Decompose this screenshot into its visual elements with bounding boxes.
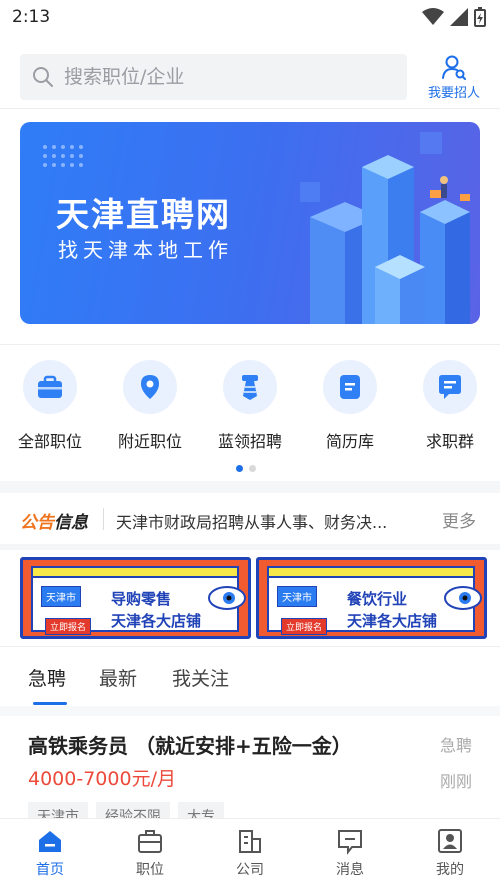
eye-icon [208,586,246,610]
notice-text[interactable]: 天津市财政局招聘从事人事、财务决... [116,509,426,533]
search-icon [33,67,53,87]
promo-line1: 餐饮行业 [347,590,408,608]
urgent-badge: 急聘 [440,736,473,755]
bottom-nav: 首页 职位 公司 消息 我的 [0,818,500,888]
profile-icon [438,829,462,853]
chat-group-icon [423,360,477,414]
section-gap [0,706,500,716]
notice-separator [103,508,104,530]
quick-item-all-jobs[interactable]: 全部职位 [0,360,100,456]
pager-dot [249,465,256,472]
job-tabs: 急聘 最新 我关注 [0,652,500,706]
nav-item-company[interactable]: 公司 [200,827,300,879]
nav-item-jobs[interactable]: 职位 [100,827,200,879]
location-pin-icon [123,360,177,414]
divider [0,108,500,109]
section-gap [0,544,500,550]
promo-line1: 导购零售 [111,590,172,608]
eye-icon [444,586,482,610]
promo-line2: 天津各大店铺 [347,612,438,630]
job-title: 高铁乘务员 （就近安排+五险一金） [28,734,352,758]
promo-apply-button[interactable]: 立即报名 [45,618,92,635]
nav-label: 职位 [136,862,164,878]
promo-window-bar [269,568,473,578]
promo-city-tag: 天津市 [277,586,317,607]
tie-icon [223,360,277,414]
tab-active-indicator [33,702,67,705]
section-gap [0,481,500,493]
battery-icon [474,7,486,27]
recruit-person-icon [442,55,466,80]
dots-decoration [43,145,83,167]
quick-item-nearby-jobs[interactable]: 附近职位 [100,360,200,456]
nav-label: 公司 [236,862,264,878]
message-icon [338,830,362,855]
wifi-icon [422,8,444,25]
tab-latest[interactable]: 最新 [99,664,137,691]
job-card[interactable]: 高铁乘务员 （就近安排+五险一金） 4000-7000元/月 急聘 刚刚 天津市… [0,718,500,830]
building-icon [239,830,261,853]
divider [0,646,500,647]
quick-label: 求职群 [425,432,474,451]
recruit-button[interactable]: 我要招人 [422,54,486,104]
search-input[interactable] [64,66,384,88]
notice-brand-logo: 公告信息 [20,513,88,533]
status-time: 2:13 [12,7,51,27]
cell-signal-icon [450,8,468,26]
quick-label: 全部职位 [17,432,82,451]
nav-item-home[interactable]: 首页 [0,827,100,879]
divider [0,344,500,345]
search-header: 我要招人 [0,46,500,108]
quick-menu: 全部职位 附近职位 蓝领招聘 简历库 求职群 [0,360,500,456]
recruit-label: 我要招人 [427,86,480,101]
quick-label: 蓝领招聘 [217,432,282,451]
banner-subtitle: 找天津本地工作 [58,238,233,262]
quick-label: 简历库 [325,432,374,451]
quick-item-blue-collar[interactable]: 蓝领招聘 [200,360,300,456]
quick-item-resume-bank[interactable]: 简历库 [300,360,400,456]
promo-line2: 天津各大店铺 [111,612,202,630]
menu-pager [236,465,256,472]
search-bar[interactable] [20,54,407,100]
promo-apply-button[interactable]: 立即报名 [281,618,328,635]
tab-urgent[interactable]: 急聘 [28,664,66,691]
pager-dot-active [236,465,243,472]
nav-item-messages[interactable]: 消息 [300,827,400,879]
briefcase-icon [138,830,162,853]
notice-more-link[interactable]: 更多 [442,507,476,532]
promo-card-catering[interactable]: 天津市 立即报名 餐饮行业 天津各大店铺 [256,557,487,639]
status-icons [422,7,486,27]
briefcase-icon [23,360,77,414]
promo-banner[interactable]: 天津直聘网 找天津本地工作 [20,122,480,324]
promo-card-retail[interactable]: 天津市 立即报名 导购零售 天津各大店铺 [20,557,251,639]
status-bar: 2:13 [0,0,500,34]
nav-label: 消息 [336,862,364,878]
tab-following[interactable]: 我关注 [172,664,229,691]
notice-bar[interactable]: 公告信息 天津市财政局招聘从事人事、财务决... 更多 [0,494,500,544]
banner-title: 天津直聘网 [56,195,231,234]
promo-window-bar [33,568,237,578]
job-salary: 4000-7000元/月 [28,768,176,790]
nav-label: 首页 [36,862,64,878]
promo-city-tag: 天津市 [41,586,81,607]
nav-item-profile[interactable]: 我的 [400,827,500,879]
home-icon [39,831,61,852]
quick-item-job-group[interactable]: 求职群 [400,360,500,456]
nav-label: 我的 [436,862,464,878]
city-buildings-illustration [300,132,470,324]
quick-label: 附近职位 [117,432,182,451]
job-posted-time: 刚刚 [440,772,473,791]
resume-icon [323,360,377,414]
